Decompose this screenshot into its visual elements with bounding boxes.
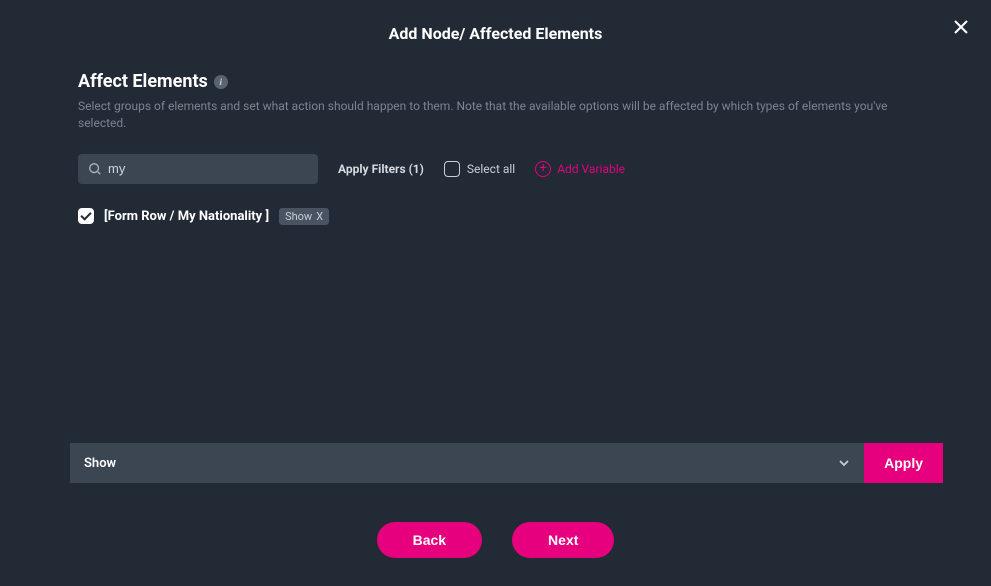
info-icon[interactable]: i <box>214 75 228 89</box>
chevron-down-icon <box>838 454 850 473</box>
content-area: Affect Elements i Select groups of eleme… <box>0 71 991 225</box>
modal-title: Add Node/ Affected Elements <box>0 0 991 71</box>
next-button[interactable]: Next <box>512 522 614 558</box>
select-all-toggle[interactable]: Select all <box>444 161 515 177</box>
select-all-checkbox[interactable] <box>444 161 460 177</box>
select-all-label: Select all <box>467 162 515 176</box>
plus-circle-icon <box>535 161 551 177</box>
back-button[interactable]: Back <box>377 522 482 558</box>
tag-remove-icon[interactable]: X <box>316 210 323 223</box>
section-header: Affect Elements i <box>78 71 913 92</box>
item-label: [Form Row / My Nationality ] <box>104 209 269 224</box>
action-select-value: Show <box>84 456 116 471</box>
footer-buttons: Back Next <box>0 522 991 558</box>
add-variable-button[interactable]: Add Variable <box>535 161 625 177</box>
element-item-row: [Form Row / My Nationality ] Show X <box>78 208 913 225</box>
search-icon <box>88 162 102 176</box>
section-description: Select groups of elements and set what a… <box>78 98 913 132</box>
close-icon <box>952 18 970 36</box>
apply-button[interactable]: Apply <box>864 443 943 483</box>
controls-row: Apply Filters (1) Select all Add Variabl… <box>78 154 913 184</box>
item-checkbox[interactable] <box>78 208 94 224</box>
tag-text: Show <box>285 210 312 223</box>
apply-filters-link[interactable]: Apply Filters (1) <box>338 162 424 176</box>
modal: Add Node/ Affected Elements Affect Eleme… <box>0 0 991 586</box>
action-select[interactable]: Show <box>70 443 864 483</box>
add-variable-label: Add Variable <box>557 162 625 176</box>
close-button[interactable] <box>949 15 973 39</box>
search-input[interactable] <box>108 161 308 176</box>
action-section: Show Apply <box>70 443 943 483</box>
item-tag[interactable]: Show X <box>279 208 329 225</box>
search-box[interactable] <box>78 154 318 184</box>
action-row: Show Apply <box>70 443 943 483</box>
section-title: Affect Elements <box>78 71 208 92</box>
